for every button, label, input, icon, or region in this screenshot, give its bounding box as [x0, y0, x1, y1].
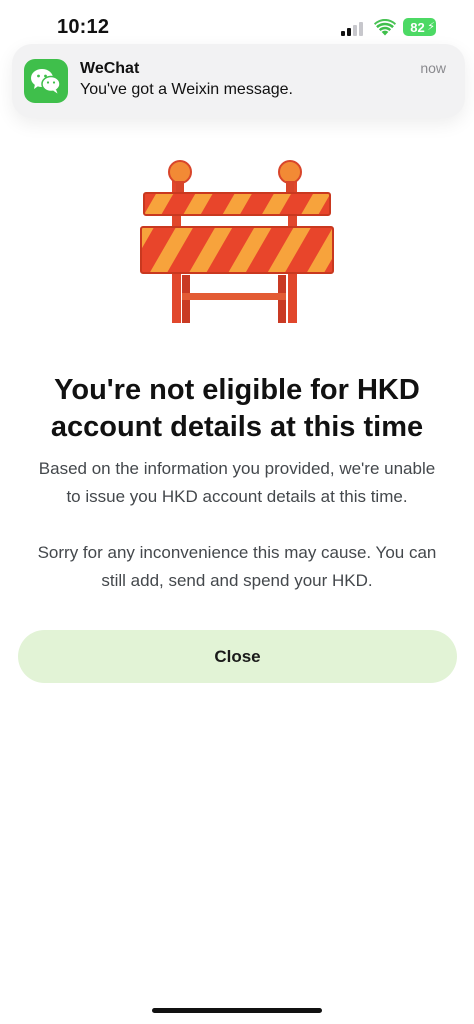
close-button[interactable]: Close — [18, 630, 457, 683]
notification-message: You've got a Weixin message. — [80, 81, 293, 98]
road-barrier-icon — [140, 160, 334, 323]
home-indicator[interactable] — [152, 1008, 322, 1013]
paragraph-line: Based on the information you provided, w… — [38, 459, 436, 478]
charging-bolt-icon: ⚡ — [427, 21, 435, 33]
cellular-signal-icon — [341, 22, 363, 36]
status-time: 10:12 — [57, 16, 110, 38]
paragraph-line: still add, send and spend your HKD. — [101, 571, 373, 590]
battery-indicator: 82 ⚡ — [403, 18, 436, 36]
notification-time: now — [420, 60, 446, 76]
paragraph-line: Sorry for any inconvenience this may cau… — [37, 543, 437, 562]
apology-text: Sorry for any inconvenience this may cau… — [14, 539, 460, 595]
battery-level: 82 — [410, 19, 425, 35]
notification-banner[interactable]: WeChat You've got a Weixin message. now — [12, 44, 465, 118]
wechat-icon — [24, 59, 68, 103]
page-title: You're not eligible for HKD account deta… — [20, 372, 454, 446]
ineligibility-explanation: Based on the information you provided, w… — [14, 455, 460, 511]
page-title-line: You're not eligible for HKD — [54, 374, 420, 406]
notification-app-name: WeChat — [80, 60, 140, 77]
page-title-line: account details at this time — [50, 411, 424, 443]
paragraph-line: to issue you HKD account details at this… — [66, 487, 408, 506]
wifi-icon — [374, 19, 396, 36]
